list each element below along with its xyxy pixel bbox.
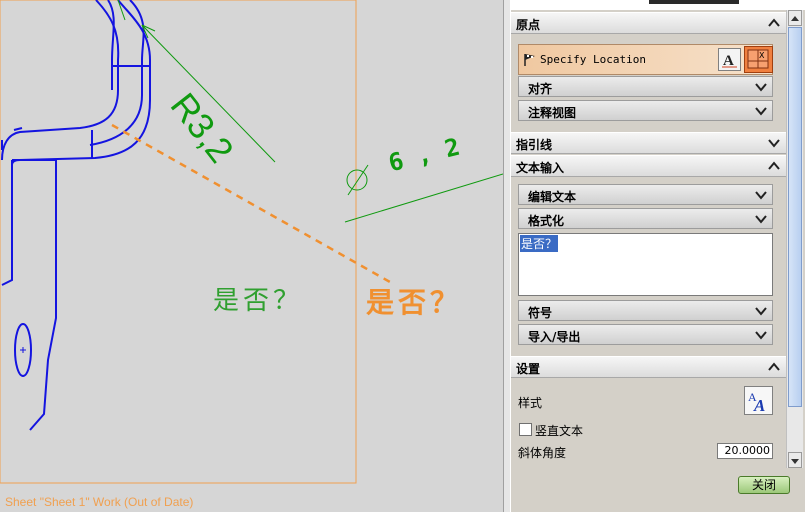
- chevron-up-icon[interactable]: [767, 159, 781, 173]
- drawing-geometry: [0, 0, 503, 484]
- note-text-area[interactable]: 是否？: [518, 233, 773, 296]
- sub-format-label: 格式化: [528, 214, 565, 228]
- drawing-canvas[interactable]: R3,2 6 , 2 是否？ 是否？ Sheet "Sheet 1" Work …: [0, 0, 503, 512]
- chevron-down-icon[interactable]: [754, 212, 768, 226]
- section-origin-label: 原点: [516, 18, 541, 32]
- sub-symbols[interactable]: 符号: [518, 300, 773, 321]
- annotation-preview[interactable]: 是否？: [366, 281, 462, 321]
- point-constructor-icon: X: [747, 49, 769, 69]
- scroll-thumb[interactable]: [788, 27, 802, 407]
- panel-splitter[interactable]: [503, 0, 511, 512]
- section-leader-label: 指引线: [516, 138, 553, 152]
- sub-edit-text-label: 编辑文本: [528, 190, 577, 204]
- point-constructor-button[interactable]: X: [744, 46, 773, 73]
- slant-angle-input[interactable]: 20.0000: [717, 443, 773, 459]
- sub-import-export-label: 导入/导出: [528, 330, 581, 344]
- preview-leader: [111, 123, 391, 284]
- chevron-down-icon[interactable]: [754, 80, 768, 94]
- section-text-input[interactable]: 文本输入: [511, 155, 786, 177]
- style-label: 样式: [518, 396, 543, 410]
- vertical-text-checkbox[interactable]: [519, 423, 532, 436]
- arrow-up-icon: [791, 16, 799, 21]
- sub-annotation-view[interactable]: 注释视图: [518, 100, 773, 121]
- section-settings-label: 设置: [516, 362, 541, 376]
- panel-scrollbar[interactable]: [786, 10, 803, 468]
- scroll-down-button[interactable]: [788, 452, 802, 468]
- part-outline: [1, 0, 151, 431]
- section-settings[interactable]: 设置: [511, 356, 786, 378]
- arrow-down-icon: [791, 459, 799, 464]
- sub-edit-text[interactable]: 编辑文本: [518, 184, 773, 205]
- text-style-icon: A A: [748, 390, 765, 415]
- text-origin-icon: A: [722, 53, 737, 69]
- sub-symbols-label: 符号: [528, 306, 553, 320]
- origin-tool-button[interactable]: A: [718, 48, 741, 71]
- section-text-input-label: 文本输入: [516, 161, 565, 175]
- vertical-text-label: 竖直文本: [535, 424, 584, 438]
- chevron-up-icon[interactable]: [767, 360, 781, 374]
- svg-text:A: A: [753, 396, 765, 414]
- sub-annotation-view-label: 注释视图: [528, 106, 577, 120]
- note-text-selection: 是否？: [520, 235, 559, 252]
- sub-align[interactable]: 对齐: [518, 76, 773, 97]
- sub-format[interactable]: 格式化: [518, 208, 773, 229]
- specify-location-label: Specify Location: [540, 53, 646, 66]
- style-button[interactable]: A A: [744, 386, 773, 415]
- sheet-border: [0, 0, 357, 484]
- chevron-down-icon[interactable]: [754, 328, 768, 342]
- chevron-down-icon[interactable]: [754, 304, 768, 318]
- section-origin[interactable]: 原点: [511, 12, 786, 34]
- note-dialog-panel: 原点 Specify Location A X 对齐 注释视图 指引线 文本输入…: [511, 0, 805, 512]
- chevron-down-icon[interactable]: [767, 136, 781, 150]
- close-button[interactable]: 关闭: [738, 476, 790, 494]
- sub-import-export[interactable]: 导入/导出: [518, 324, 773, 345]
- section-leader[interactable]: 指引线: [511, 132, 786, 154]
- slant-angle-label: 斜体角度: [518, 446, 567, 460]
- chevron-up-icon[interactable]: [767, 16, 781, 30]
- sub-align-label: 对齐: [528, 82, 553, 96]
- sheet-status: Sheet "Sheet 1" Work (Out of Date): [5, 495, 194, 509]
- scroll-up-button[interactable]: [788, 10, 802, 26]
- annotation-text[interactable]: 是否？: [213, 280, 303, 317]
- flag-icon: [524, 54, 535, 66]
- chevron-down-icon[interactable]: [754, 188, 768, 202]
- specify-location-row[interactable]: Specify Location A X: [518, 44, 773, 75]
- chevron-down-icon[interactable]: [754, 104, 768, 118]
- svg-text:X: X: [759, 51, 765, 60]
